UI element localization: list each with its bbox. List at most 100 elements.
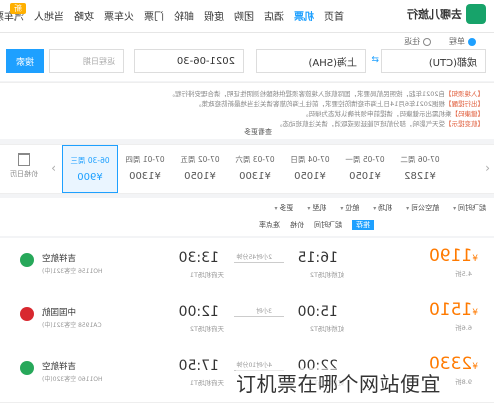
nav-item[interactable]: 邮轮: [174, 8, 194, 23]
nav-item[interactable]: 团购: [234, 8, 254, 23]
date-cell[interactable]: 06-30 周三 ¥900: [62, 145, 118, 193]
filter-dropdown[interactable]: 航空公司: [406, 203, 439, 213]
chevron-left-icon[interactable]: ‹: [485, 161, 490, 175]
nav-item[interactable]: 火车票: [104, 8, 134, 23]
date-cell[interactable]: 07-01 周四 ¥1300: [117, 145, 173, 193]
flight-arrow: [234, 262, 284, 263]
date-label: 07-04 周日: [290, 155, 330, 164]
date-price: ¥1050: [349, 171, 381, 182]
departure-date-input[interactable]: 2021-06-30: [134, 49, 244, 73]
sort-option[interactable]: 起飞时间: [314, 220, 342, 230]
new-badge: 新: [10, 3, 26, 14]
discount-label: 9.8折: [455, 378, 472, 386]
date-price: ¥1282: [404, 171, 436, 182]
airline-name: 吉祥航空: [42, 254, 77, 264]
airline-logo-icon: [20, 361, 34, 375]
departure-time: 17:50: [178, 358, 219, 374]
notice-line: 【出行提醒】根据2021年6月14日上海市疫情防控要求，前往上海的旅客请关注当地…: [10, 98, 484, 108]
filter-dropdown[interactable]: 机场: [373, 203, 392, 213]
sort-option[interactable]: 价格: [290, 220, 304, 230]
date-price: ¥1050: [294, 171, 326, 182]
date-cell[interactable]: 07-06 周二 ¥1282: [392, 145, 448, 193]
trip-type-selector: 单程 往返: [404, 36, 476, 47]
top-navigation: 去哪儿旅行 首页机票酒店团购度假邮轮门票火车票攻略当地人汽车票 新: [0, 0, 494, 33]
nav-item[interactable]: 攻略: [74, 8, 94, 23]
page-canvas: 去哪儿旅行 首页机票酒店团购度假邮轮门票火车票攻略当地人汽车票 新 单程 往返 …: [0, 0, 494, 403]
image-caption: 订机票在哪个网站便宜: [236, 368, 441, 396]
filter-bar: 起飞时间航空公司机场舱位机型更多 推荐起飞时间价格准点率: [0, 198, 494, 236]
flight-number: HO1156 空客321(中): [42, 268, 103, 275]
airline-logo-icon: [20, 253, 34, 267]
trip-type-roundtrip[interactable]: 往返: [404, 36, 431, 47]
date-label: 07-06 周二: [400, 155, 440, 164]
calendar-icon: [18, 153, 30, 166]
filter-dropdown[interactable]: 更多: [274, 203, 293, 213]
arrival-city-input[interactable]: 上海(SHA): [256, 49, 366, 73]
departure-airport: 天府机场T1: [189, 379, 224, 387]
nav-item[interactable]: 门票: [144, 8, 164, 23]
notice-tag: 【健康码】: [451, 110, 485, 118]
notice-text: 受天气影响，部分航班可能延误或取消，请关注航班动态。: [276, 120, 445, 128]
swap-cities-icon[interactable]: ⇄: [369, 55, 379, 65]
currency-symbol: ¥: [472, 308, 478, 318]
date-label: 07-02 周五: [180, 155, 220, 164]
return-date-input[interactable]: 返程日期: [49, 49, 124, 73]
sort-options: 推荐 起飞时间 价格 准点率: [259, 220, 374, 230]
nav-item[interactable]: 酒店: [264, 8, 284, 23]
travel-notice-panel: 【入境须知】自2021年起，按照民航局要求，国际航班入境旅客须提供核酸检测阴性证…: [0, 82, 494, 139]
date-price: ¥1050: [184, 171, 216, 182]
date-cell[interactable]: 07-04 周日 ¥1050: [282, 145, 338, 193]
nav-item[interactable]: 当地人: [34, 8, 64, 23]
flight-row[interactable]: 吉祥航空 HO1156 空客321(中) 13:30 天府机场T1 2小时45分钟 16:…: [0, 238, 494, 295]
trip-type-label: 往返: [404, 37, 420, 46]
airline-logo-icon: [20, 307, 34, 321]
flight-search-panel: 单程 往返 成都(CTU) ⇄ 上海(SHA) 2021-06-30 返程日期 …: [0, 33, 494, 81]
filter-dropdown[interactable]: 舱位: [340, 203, 359, 213]
filter-dropdown[interactable]: 起飞时间: [453, 203, 486, 213]
date-cell[interactable]: 07-03 周六 ¥1300: [227, 145, 283, 193]
price-value: 1190: [429, 246, 473, 266]
flight-number: CA1958 空客321(中): [42, 322, 102, 329]
camel-logo-icon: [466, 4, 486, 24]
radio-checked-icon: [468, 37, 476, 46]
airline-name: 吉祥航空: [42, 362, 77, 372]
nav-item[interactable]: 机票: [294, 8, 314, 23]
flight-price[interactable]: ¥1190: [429, 246, 478, 266]
trip-type-oneway[interactable]: 单程: [449, 36, 476, 47]
price-value: 1510: [429, 300, 473, 320]
notice-more-link[interactable]: 查看更多: [244, 127, 272, 137]
date-price-strip: ‹ 06-30 周三 ¥900 07-01 周四 ¥1300 07-02 周五 ¥1050…: [0, 144, 494, 194]
trip-type-label: 单程: [449, 37, 465, 46]
notice-text: 乘机需出示健康码，请提前申领并确认状态为绿码。: [302, 110, 452, 118]
notice-line: 【健康码】乘机需出示健康码，请提前申领并确认状态为绿码。: [10, 108, 484, 118]
arrival-airport: 虹桥机场T2: [309, 325, 344, 333]
flight-number: HO1160 空客320(中): [42, 376, 103, 383]
notice-tag: 【航变提示】: [445, 120, 484, 128]
nav-item[interactable]: 度假: [204, 8, 224, 23]
search-button[interactable]: 搜索: [6, 49, 44, 73]
flight-price[interactable]: ¥1510: [429, 300, 478, 320]
arrival-time: 16:15: [297, 250, 338, 266]
date-price: ¥900: [77, 172, 103, 183]
date-cell[interactable]: 07-05 周一 ¥1050: [337, 145, 393, 193]
nav-item[interactable]: 首页: [324, 8, 344, 23]
flight-row[interactable]: 中国国航 CA1958 空客321(中) 12:00 天府机场T2 3小时 15:00 虹桥…: [0, 292, 494, 349]
price-calendar-button[interactable]: 价格日历: [6, 153, 42, 179]
airline-name: 中国国航: [42, 308, 77, 318]
flight-duration: 3小时: [256, 308, 272, 315]
notice-tag: 【出行提醒】: [445, 100, 484, 108]
date-label: 07-03 周六: [235, 155, 275, 164]
calendar-label: 价格日历: [10, 170, 38, 178]
departure-city-input[interactable]: 成都(CTU): [381, 49, 486, 73]
site-logo[interactable]: 去哪儿旅行: [407, 4, 486, 24]
sort-option[interactable]: 推荐: [352, 220, 374, 230]
departure-time: 13:30: [178, 250, 219, 266]
sort-option[interactable]: 准点率: [259, 220, 280, 230]
radio-unchecked-icon: [423, 37, 431, 46]
date-cell[interactable]: 07-02 周五 ¥1050: [172, 145, 228, 193]
filter-dropdown[interactable]: 机型: [307, 203, 326, 213]
date-price: ¥1300: [239, 171, 271, 182]
notice-text: 自2021年起，按照民航局要求，国际航班入境旅客须提供核酸检测阴性证明，请合理安…: [168, 90, 445, 98]
chevron-right-icon[interactable]: ›: [51, 161, 56, 175]
notice-line: 【入境须知】自2021年起，按照民航局要求，国际航班入境旅客须提供核酸检测阴性证…: [10, 88, 484, 98]
